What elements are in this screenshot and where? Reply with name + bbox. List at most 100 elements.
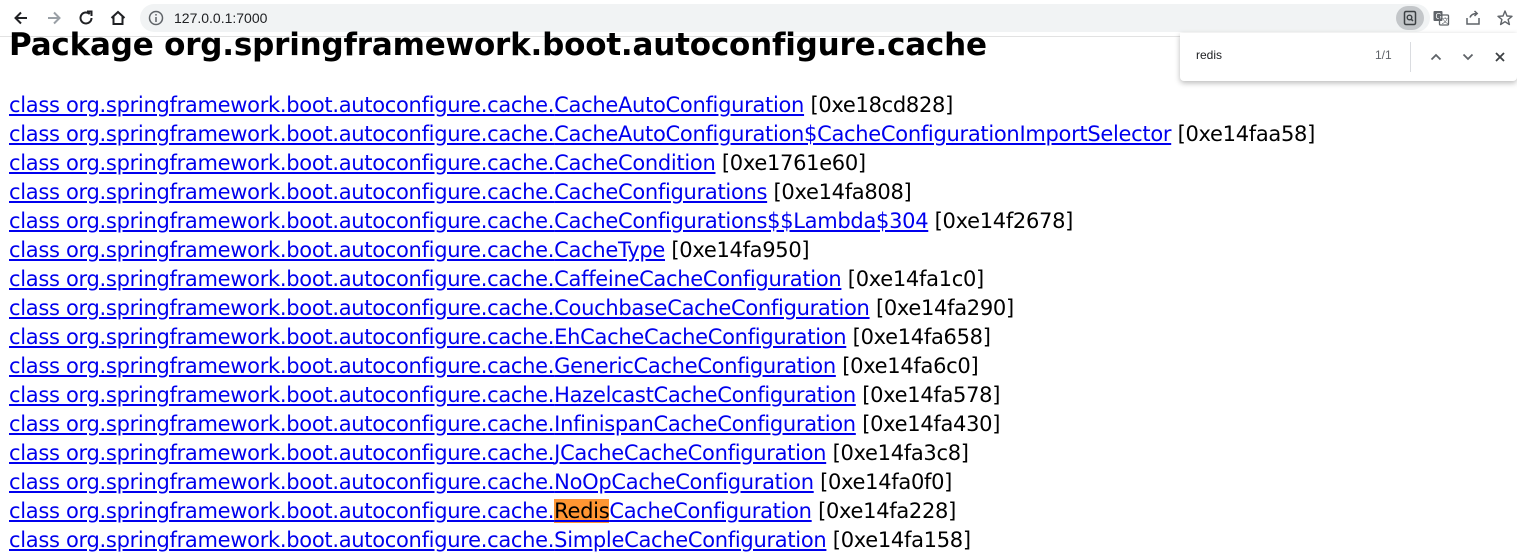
class-link[interactable]: class org.springframework.boot.autoconfi… (9, 296, 870, 320)
find-next-button[interactable] (1457, 46, 1479, 68)
class-link-name: CacheCondition (554, 151, 716, 175)
find-close-button[interactable] (1489, 46, 1511, 68)
class-link-prefix: class org.springframework.boot.autoconfi… (9, 238, 555, 262)
find-bar-divider (1410, 42, 1411, 72)
share-button[interactable] (1461, 6, 1485, 30)
class-link-prefix: class org.springframework.boot.autoconfi… (9, 470, 555, 494)
list-item: class org.springframework.boot.autoconfi… (9, 381, 1315, 410)
class-link-prefix: class org.springframework.boot.autoconfi… (9, 412, 555, 436)
class-address: [0xe14fa228] (818, 499, 956, 523)
list-item: class org.springframework.boot.autoconfi… (9, 526, 1315, 555)
class-link-name: GenericCacheConfiguration (554, 354, 836, 378)
class-link-name: JCacheCacheConfiguration (554, 441, 827, 465)
bookmark-star-icon (1497, 10, 1513, 26)
class-link[interactable]: class org.springframework.boot.autoconfi… (9, 441, 827, 465)
class-link-name: CouchbaseCacheConfiguration (554, 296, 870, 320)
find-match-highlight: Redis (554, 499, 610, 523)
class-link[interactable]: class org.springframework.boot.autoconfi… (9, 267, 842, 291)
bookmark-button[interactable] (1493, 6, 1517, 30)
class-address: [0xe14fa158] (832, 528, 971, 552)
class-link-name: NoOpCacheConfiguration (554, 470, 814, 494)
page-content: Package org.springframework.boot.autocon… (9, 24, 1315, 555)
class-link-name: CacheConfigurations$$Lambda$304 (554, 209, 929, 233)
class-link-prefix: class org.springframework.boot.autoconfi… (9, 354, 555, 378)
class-link-prefix: class org.springframework.boot.autoconfi… (9, 441, 555, 465)
class-link[interactable]: class org.springframework.boot.autoconfi… (9, 499, 812, 523)
find-previous-button[interactable] (1425, 46, 1447, 68)
class-address: [0xe14fa290] (875, 296, 1014, 320)
list-item: class org.springframework.boot.autoconfi… (9, 207, 1315, 236)
class-address: [0xe14fa0f0] (820, 470, 953, 494)
class-address: [0xe18cd828] (810, 93, 953, 117)
list-item: class org.springframework.boot.autoconfi… (9, 91, 1315, 120)
share-icon (1466, 10, 1480, 25)
list-item: class org.springframework.boot.autoconfi… (9, 265, 1315, 294)
class-link-name: CacheType (554, 238, 666, 262)
class-link-name: HazelcastCacheConfiguration (554, 383, 856, 407)
class-link-prefix: class org.springframework.boot.autoconfi… (9, 325, 555, 349)
class-link[interactable]: class org.springframework.boot.autoconfi… (9, 151, 716, 175)
list-item: class org.springframework.boot.autoconfi… (9, 497, 1315, 526)
class-address: [0xe14fa808] (773, 180, 912, 204)
class-link-prefix: class org.springframework.boot.autoconfi… (9, 499, 555, 523)
class-link-name: CacheConfigurations (554, 180, 768, 204)
class-address: [0xe14fa658] (852, 325, 991, 349)
class-address: [0xe14fa1c0] (847, 267, 984, 291)
translate-button[interactable]: G文 (1429, 6, 1453, 30)
class-link-name: CacheAutoConfiguration (554, 93, 805, 117)
class-link-prefix: class org.springframework.boot.autoconfi… (9, 209, 555, 233)
class-address: [0xe14faa58] (1177, 122, 1316, 146)
find-match-count: 1/1 (1375, 48, 1392, 62)
class-link-prefix: class org.springframework.boot.autoconfi… (9, 267, 555, 291)
class-link-name: CaffeineCacheConfiguration (554, 267, 842, 291)
class-link-name: SimpleCacheConfiguration (554, 528, 827, 552)
class-link-prefix: class org.springframework.boot.autoconfi… (9, 383, 555, 407)
class-address: [0xe1761e60] (721, 151, 866, 175)
find-in-page-button[interactable] (1396, 6, 1424, 30)
list-item: class org.springframework.boot.autoconfi… (9, 294, 1315, 323)
translate-icon: G文 (1433, 11, 1450, 26)
class-link[interactable]: class org.springframework.boot.autoconfi… (9, 180, 767, 204)
class-link[interactable]: class org.springframework.boot.autoconfi… (9, 412, 856, 436)
class-link-prefix: class org.springframework.boot.autoconfi… (9, 296, 555, 320)
class-address: [0xe14fa578] (862, 383, 1001, 407)
chevron-down-icon (1462, 53, 1474, 61)
class-link-prefix: class org.springframework.boot.autoconfi… (9, 151, 555, 175)
svg-text:文: 文 (1442, 16, 1449, 25)
list-item: class org.springframework.boot.autoconfi… (9, 236, 1315, 265)
class-address: [0xe14fa950] (671, 238, 810, 262)
class-link[interactable]: class org.springframework.boot.autoconfi… (9, 122, 1172, 146)
class-link[interactable]: class org.springframework.boot.autoconfi… (9, 470, 814, 494)
list-item: class org.springframework.boot.autoconfi… (9, 468, 1315, 497)
list-item: class org.springframework.boot.autoconfi… (9, 178, 1315, 207)
class-link-prefix: class org.springframework.boot.autoconfi… (9, 122, 555, 146)
class-link[interactable]: class org.springframework.boot.autoconfi… (9, 325, 847, 349)
find-bar: redis 1/1 (1180, 33, 1517, 81)
class-link-name: CacheConfiguration (609, 499, 812, 523)
class-link-prefix: class org.springframework.boot.autoconfi… (9, 93, 555, 117)
class-link[interactable]: class org.springframework.boot.autoconfi… (9, 209, 929, 233)
class-link-name: InfinispanCacheConfiguration (554, 412, 856, 436)
class-link-prefix: class org.springframework.boot.autoconfi… (9, 180, 555, 204)
list-item: class org.springframework.boot.autoconfi… (9, 352, 1315, 381)
class-link[interactable]: class org.springframework.boot.autoconfi… (9, 354, 836, 378)
list-item: class org.springframework.boot.autoconfi… (9, 323, 1315, 352)
class-link[interactable]: class org.springframework.boot.autoconfi… (9, 383, 856, 407)
list-item: class org.springframework.boot.autoconfi… (9, 120, 1315, 149)
close-icon (1495, 52, 1505, 62)
class-address: [0xe14fa6c0] (842, 354, 979, 378)
class-link[interactable]: class org.springframework.boot.autoconfi… (9, 238, 665, 262)
find-input[interactable]: redis (1196, 48, 1222, 62)
class-link[interactable]: class org.springframework.boot.autoconfi… (9, 93, 804, 117)
class-address: [0xe14f2678] (934, 209, 1074, 233)
page-title: Package org.springframework.boot.autocon… (9, 27, 987, 63)
list-item: class org.springframework.boot.autoconfi… (9, 149, 1315, 178)
list-item: class org.springframework.boot.autoconfi… (9, 410, 1315, 439)
class-link-name: CacheAutoConfiguration$CacheConfiguratio… (554, 122, 1172, 146)
chevron-up-icon (1430, 53, 1442, 61)
class-address: [0xe14fa3c8] (832, 441, 969, 465)
class-address: [0xe14fa430] (862, 412, 1001, 436)
class-link-prefix: class org.springframework.boot.autoconfi… (9, 528, 555, 552)
find-icon (1403, 10, 1417, 26)
class-link[interactable]: class org.springframework.boot.autoconfi… (9, 528, 827, 552)
